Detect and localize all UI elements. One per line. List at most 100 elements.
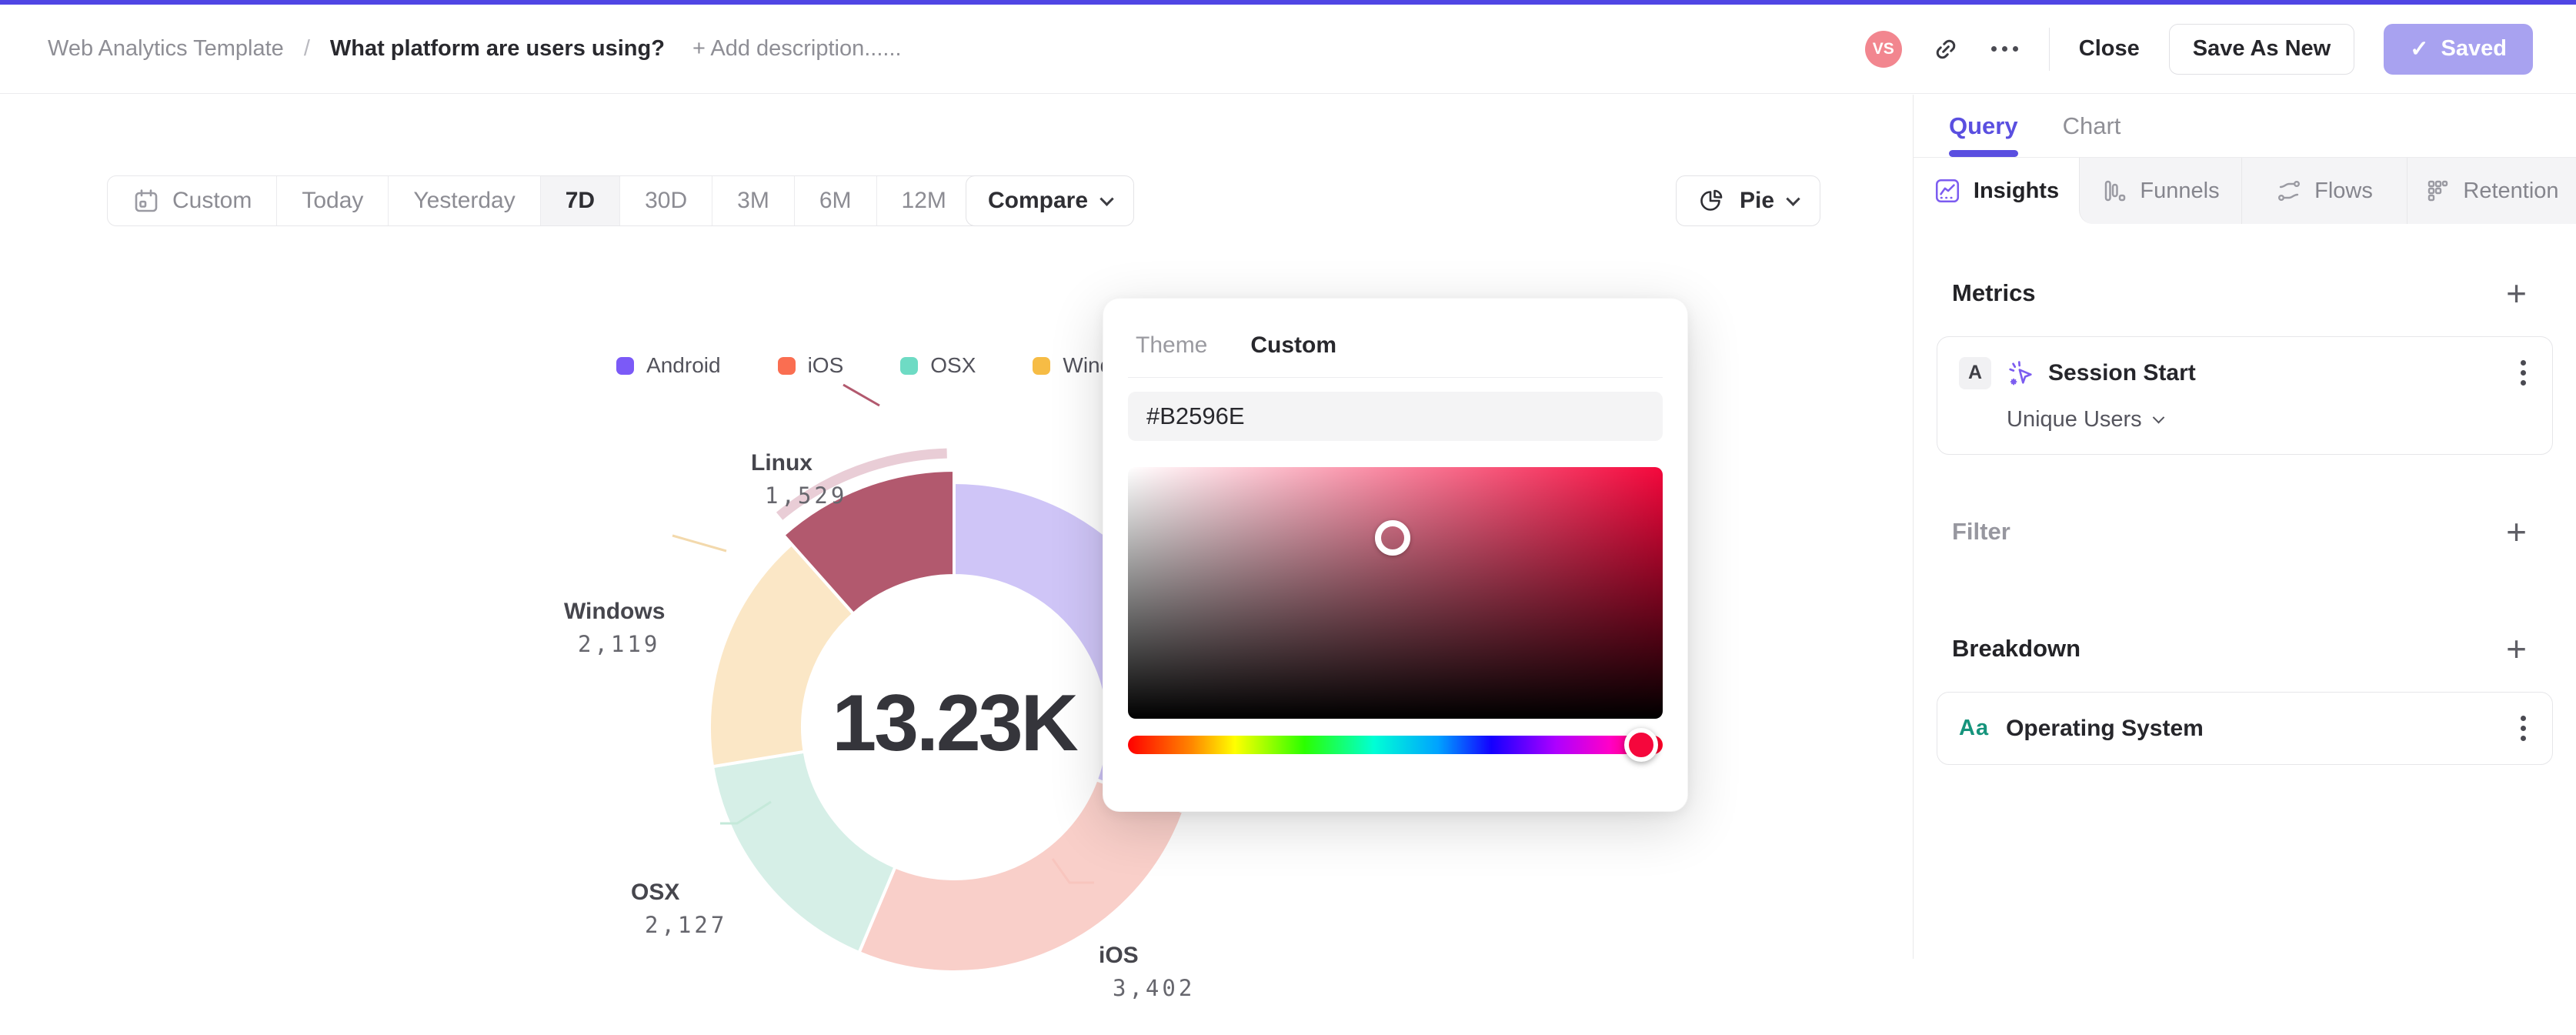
insight-mode-tabs: Insights Funnels Flows bbox=[1914, 158, 2576, 224]
metric-card[interactable]: A Session Start Unique Users bbox=[1937, 336, 2553, 455]
callout-value: 2,119 bbox=[564, 631, 665, 657]
range-label: 12M bbox=[902, 188, 946, 214]
legend-label: OSX bbox=[930, 353, 976, 378]
filter-header: Filter + bbox=[1937, 516, 2553, 547]
metrics-title: Metrics bbox=[1952, 279, 2036, 307]
tab-insights[interactable]: Insights bbox=[1914, 158, 2079, 224]
popup-divider bbox=[1128, 377, 1663, 378]
saved-label: Saved bbox=[2441, 36, 2507, 62]
funnels-icon bbox=[2101, 178, 2127, 204]
tab-funnels[interactable]: Funnels bbox=[2079, 158, 2241, 224]
android-swatch bbox=[616, 357, 634, 375]
breakdown-title: Breakdown bbox=[1952, 635, 2080, 663]
metric-event-label[interactable]: Session Start bbox=[2048, 360, 2196, 386]
tab-label: Flows bbox=[2314, 179, 2373, 204]
windows-swatch bbox=[1033, 357, 1050, 375]
saved-button[interactable]: ✓ Saved bbox=[2384, 24, 2533, 75]
header-divider bbox=[2049, 28, 2050, 71]
aggregation-dropdown[interactable]: Unique Users bbox=[2007, 407, 2531, 432]
callout-linux: Linux 1,529 bbox=[751, 450, 847, 509]
save-as-new-button[interactable]: Save As New bbox=[2169, 24, 2354, 75]
range-30d[interactable]: 30D bbox=[619, 176, 712, 225]
calendar-icon bbox=[132, 187, 160, 215]
breakdown-property-label[interactable]: Operating System bbox=[2006, 716, 2204, 742]
metrics-header: Metrics + bbox=[1937, 278, 2553, 309]
tab-theme[interactable]: Theme bbox=[1136, 332, 1207, 359]
legend-item-osx[interactable]: OSX bbox=[889, 346, 986, 386]
breakdown-header: Breakdown + bbox=[1937, 633, 2553, 664]
panel-tabs: Query Chart bbox=[1914, 95, 2576, 158]
add-description-button[interactable]: + Add description...... bbox=[692, 36, 902, 62]
tab-chart[interactable]: Chart bbox=[2063, 95, 2121, 157]
breakdown-card[interactable]: Aa Operating System bbox=[1937, 692, 2553, 765]
color-picker-tabs: Theme Custom bbox=[1128, 332, 1663, 359]
tab-query[interactable]: Query bbox=[1949, 95, 2018, 157]
callout-label: Linux bbox=[751, 450, 847, 476]
pie-slice-osx[interactable] bbox=[712, 752, 895, 953]
range-yesterday[interactable]: Yesterday bbox=[388, 176, 539, 225]
check-icon: ✓ bbox=[2410, 35, 2428, 62]
chevron-down-icon bbox=[2152, 412, 2164, 424]
range-6m[interactable]: 6M bbox=[794, 176, 876, 225]
saturation-handle[interactable] bbox=[1375, 520, 1410, 556]
text-property-icon: Aa bbox=[1959, 716, 1989, 741]
range-custom[interactable]: Custom bbox=[108, 176, 276, 225]
page-title[interactable]: What platform are users using? bbox=[330, 36, 665, 62]
color-picker-popup: Theme Custom bbox=[1103, 298, 1688, 812]
compare-label: Compare bbox=[988, 188, 1088, 214]
header-actions: VS Close Save As New ✓ Saved bbox=[1865, 24, 2533, 75]
range-label: 3M bbox=[737, 188, 769, 214]
tab-label: Insights bbox=[1974, 179, 2059, 204]
add-metric-button[interactable]: + bbox=[2495, 278, 2538, 309]
callout-value: 3,402 bbox=[1099, 975, 1195, 1001]
metric-menu-button[interactable] bbox=[2516, 356, 2531, 390]
tab-retention[interactable]: Retention bbox=[2407, 158, 2576, 224]
chart-type-label: Pie bbox=[1740, 188, 1774, 214]
hue-slider[interactable] bbox=[1128, 736, 1663, 754]
legend-item-android[interactable]: Android bbox=[606, 346, 732, 386]
hex-color-input[interactable] bbox=[1128, 392, 1663, 441]
range-label: 6M bbox=[819, 188, 852, 214]
breakdown-menu-button[interactable] bbox=[2516, 711, 2531, 746]
breadcrumb-root-link[interactable]: Web Analytics Template bbox=[48, 36, 284, 62]
compare-button[interactable]: Compare bbox=[966, 175, 1134, 226]
range-today[interactable]: Today bbox=[276, 176, 388, 225]
add-breakdown-button[interactable]: + bbox=[2495, 633, 2538, 664]
legend-label: Android bbox=[646, 353, 721, 378]
range-12m[interactable]: 12M bbox=[876, 176, 971, 225]
range-7d[interactable]: 7D bbox=[540, 176, 619, 225]
retention-icon bbox=[2424, 178, 2451, 204]
tab-custom[interactable]: Custom bbox=[1250, 332, 1336, 359]
ios-swatch bbox=[778, 357, 796, 375]
add-filter-button[interactable]: + bbox=[2495, 516, 2538, 547]
aggregation-label: Unique Users bbox=[2007, 407, 2142, 432]
close-button[interactable]: Close bbox=[2079, 36, 2140, 62]
date-range-group: CustomTodayYesterday7D30D3M6M12MXTD bbox=[107, 175, 1090, 226]
autocapture-event-icon bbox=[2005, 358, 2036, 389]
range-label: 7D bbox=[566, 188, 595, 214]
link-icon bbox=[1931, 35, 1960, 64]
chart-type-button[interactable]: Pie bbox=[1676, 175, 1820, 226]
more-options-button[interactable] bbox=[1990, 42, 2020, 56]
hue-handle[interactable] bbox=[1624, 728, 1658, 762]
saturation-area[interactable] bbox=[1128, 467, 1663, 719]
legend-item-ios[interactable]: iOS bbox=[767, 346, 855, 386]
callout-label: Windows bbox=[564, 599, 665, 625]
avatar[interactable]: VS bbox=[1865, 31, 1902, 68]
breadcrumb: Web Analytics Template / What platform a… bbox=[48, 36, 902, 62]
flows-icon bbox=[2276, 178, 2302, 204]
query-panel: Query Chart Insights Funnels bbox=[1913, 95, 2576, 959]
callout-ios: iOS 3,402 bbox=[1099, 943, 1195, 1001]
callout-osx: OSX 2,127 bbox=[631, 880, 727, 938]
tab-flows[interactable]: Flows bbox=[2241, 158, 2407, 224]
legend-label: iOS bbox=[808, 353, 844, 378]
share-link-button[interactable] bbox=[1931, 35, 1960, 64]
tab-label: Retention bbox=[2463, 179, 2558, 204]
range-label: Custom bbox=[172, 188, 252, 214]
app-window: Web Analytics Template / What platform a… bbox=[0, 0, 2576, 959]
breadcrumb-separator: / bbox=[304, 36, 310, 62]
top-bar: Web Analytics Template / What platform a… bbox=[0, 0, 2576, 94]
range-label: 30D bbox=[645, 188, 687, 214]
main-area: CustomTodayYesterday7D30D3M6M12MXTD Comp… bbox=[0, 95, 1913, 959]
range-3m[interactable]: 3M bbox=[712, 176, 794, 225]
